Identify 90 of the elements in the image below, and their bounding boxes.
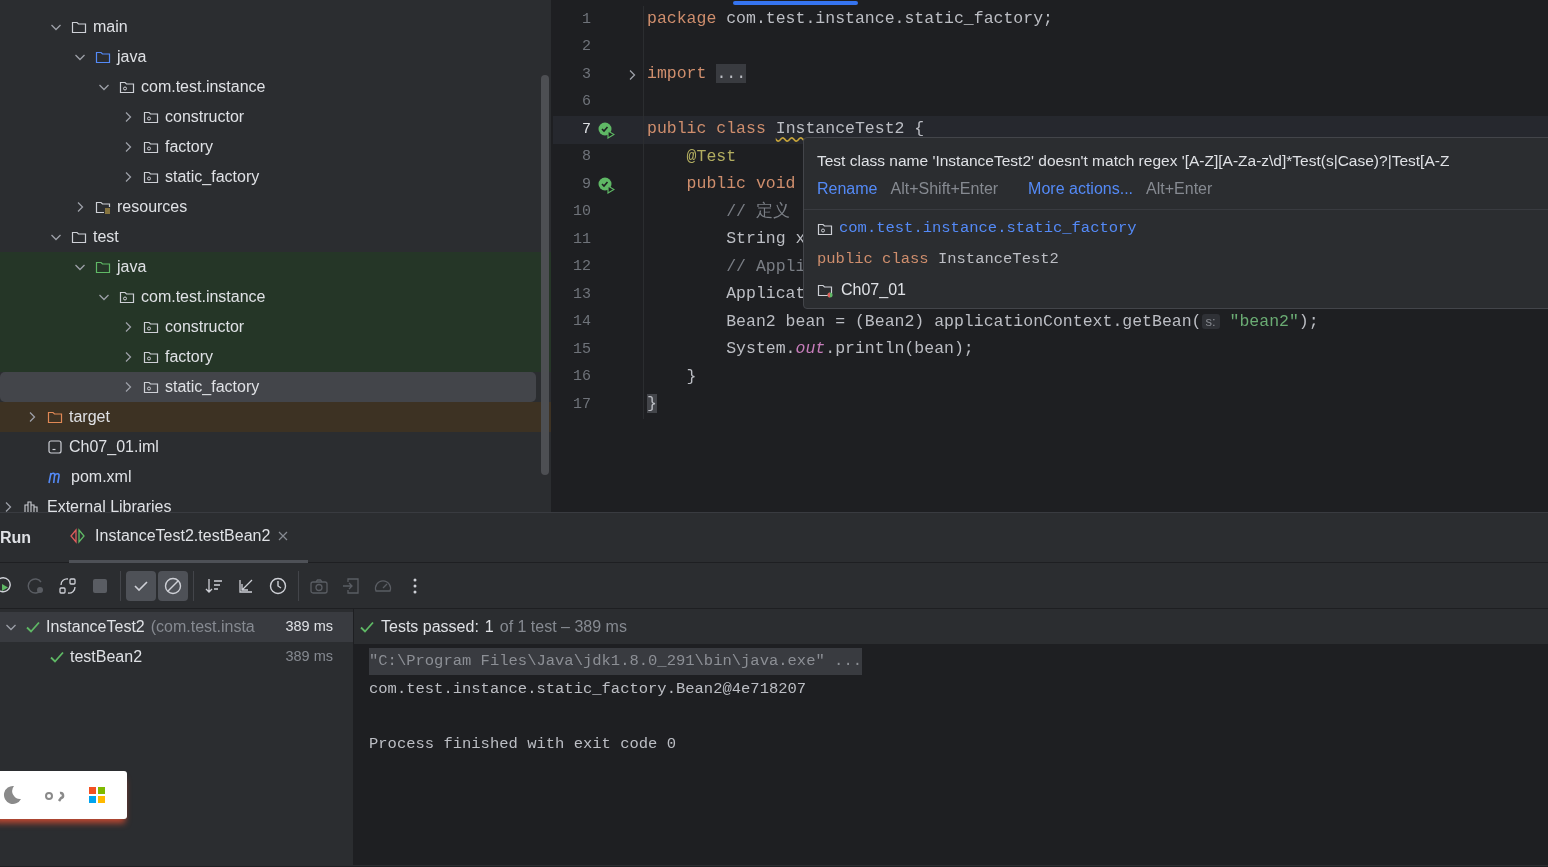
line-number: 12: [572, 257, 591, 277]
code-line: Bean2 bean = (Bean2) applicationContext.getBean( s: "bean2");: [725, 310, 1319, 333]
code-line: Applicat: [725, 283, 806, 306]
line-number: 3: [581, 64, 591, 85]
module-file-icon: [47, 439, 63, 455]
package-folder-icon: [143, 379, 159, 395]
test-duration: 389 ms: [285, 617, 333, 637]
run-test-icon[interactable]: [597, 175, 615, 194]
test-duration: 389 ms: [285, 647, 333, 667]
line-number: 1: [581, 9, 591, 30]
scrollbar[interactable]: [541, 75, 549, 475]
code-line: public class InstanceTest2 {: [647, 118, 925, 141]
package-folder-icon: [119, 289, 135, 305]
line-number: 9: [581, 174, 591, 195]
shortcut-text: Alt+Enter: [1146, 180, 1213, 197]
tree-item[interactable]: constructor: [0, 102, 551, 132]
inspection-message: Test class name 'InstanceTest2' doesn't match regex '[A-Z][A-Za-z\d]*Test(s|Case)?|Test[A-Z: [817, 152, 1450, 169]
code-line: // Appli: [725, 255, 806, 278]
line-number: 6: [581, 92, 591, 112]
package-folder-icon: [143, 349, 159, 365]
code-line: @Test: [685, 145, 737, 168]
line-number: 10: [572, 202, 591, 222]
tree-item[interactable]: target: [0, 402, 551, 432]
code-line: }: [685, 365, 697, 388]
folder-icon: [95, 49, 111, 65]
package-folder-icon: [143, 109, 159, 125]
folder-icon: [95, 259, 111, 275]
tree-item[interactable]: main: [0, 12, 551, 42]
line-number: 8: [581, 147, 591, 167]
action-link[interactable]: Rename: [817, 177, 878, 201]
package-folder-icon: [143, 319, 159, 335]
windows-logo-icon[interactable]: [88, 786, 106, 804]
status-label: Tests passed:: [381, 616, 479, 637]
tree-item[interactable]: External Libraries: [0, 492, 551, 512]
status-detail: of 1 test – 389 ms: [499, 616, 627, 637]
tree-item[interactable]: factory: [0, 342, 551, 372]
tree-item[interactable]: factory: [0, 132, 551, 162]
tree-item[interactable]: resources: [0, 192, 551, 222]
test-name: InstanceTest2: [46, 617, 145, 637]
package-name: com.test.instance.static_factory: [839, 218, 1137, 240]
line-number: 14: [572, 312, 591, 332]
module-folder-icon: [817, 282, 835, 298]
tree-item[interactable]: test: [0, 222, 551, 252]
resources-folder-icon: [95, 199, 111, 215]
tree-item[interactable]: static_factory: [0, 372, 536, 402]
line-number: 7: [581, 119, 591, 140]
console-line: com.test.instance.static_factory.Bean2@4e718207: [369, 678, 807, 700]
folder-icon: [71, 19, 87, 35]
action-link[interactable]: More actions...: [1028, 177, 1134, 201]
package-folder-icon: [817, 221, 833, 237]
folder-icon: [47, 409, 63, 425]
test-package: (com.test.insta: [150, 617, 255, 637]
tree-item[interactable]: com.test.instance: [0, 282, 551, 312]
run-test-icon[interactable]: [597, 120, 615, 139]
line-number: 11: [572, 229, 591, 250]
test-tree-item[interactable]: InstanceTest2 (com.test.insta 389 ms: [0, 612, 353, 642]
tree-item[interactable]: java: [0, 252, 551, 282]
run-tab[interactable]: InstanceTest2.testBean2: [69, 512, 309, 563]
line-number: 16: [572, 367, 591, 387]
tree-item[interactable]: java: [0, 42, 551, 72]
shortcut-text: Alt+Shift+Enter: [890, 180, 999, 197]
package-folder-icon: [143, 139, 159, 155]
class-declaration: public class InstanceTest2: [817, 249, 1059, 271]
folder-icon: [71, 229, 87, 245]
tree-item[interactable]: constructor: [0, 312, 551, 342]
line-number: 15: [572, 339, 591, 360]
code-line: package com.test.instance.static_factory;: [647, 8, 1053, 31]
tree-item[interactable]: pom.xml: [0, 462, 551, 492]
console-line: Process finished with exit code 0: [369, 733, 676, 755]
code-line: // 定义: [725, 200, 790, 223]
code-line: import ...: [647, 63, 747, 86]
line-number: 17: [572, 394, 591, 415]
package-folder-icon: [143, 169, 159, 185]
package-folder-icon: [119, 79, 135, 95]
module-name: Ch07_01: [841, 280, 906, 300]
close-icon[interactable]: [278, 531, 289, 541]
panel-title: Run: [0, 527, 32, 548]
line-number: 2: [581, 37, 591, 57]
library-icon: [23, 499, 41, 512]
line-number: 13: [572, 284, 591, 305]
tree-item[interactable]: static_factory: [0, 162, 551, 192]
tree-item[interactable]: Ch07_01.iml: [0, 432, 551, 462]
code-line: System.out.println(bean);: [725, 338, 974, 361]
test-tree-item[interactable]: testBean2 389 ms: [0, 642, 353, 672]
test-name: testBean2: [70, 647, 143, 667]
checkmark-icon: [25, 619, 41, 635]
code-line: public void: [685, 173, 796, 196]
checkmark-icon: [49, 649, 65, 665]
status-count: 1: [484, 616, 494, 637]
tree-item[interactable]: com.test.instance: [0, 72, 551, 102]
